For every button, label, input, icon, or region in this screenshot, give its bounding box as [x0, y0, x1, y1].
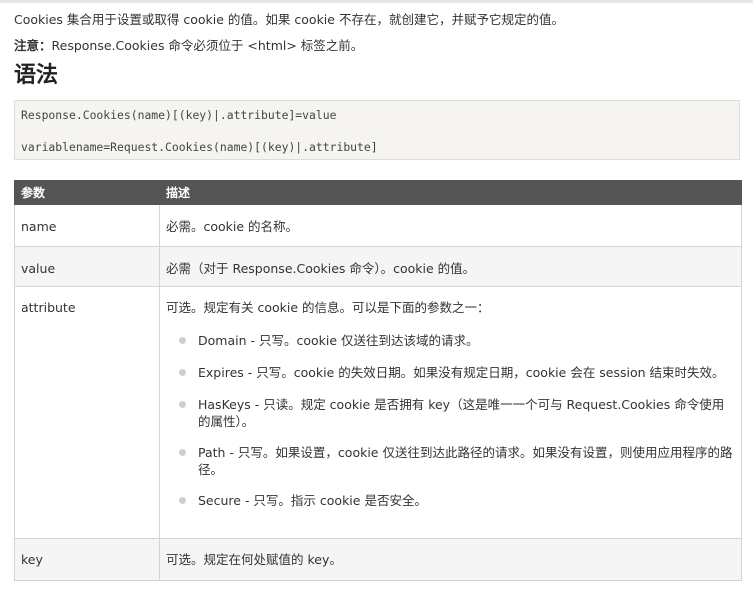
header-param: 参数 — [14, 180, 160, 205]
list-item: HasKeys - 只读。规定 cookie 是否拥有 key（这是唯一一个可与… — [166, 396, 735, 430]
param-cell: key — [14, 538, 160, 581]
bullet-icon — [179, 401, 186, 408]
syntax-code-block: Response.Cookies(name)[(key)|.attribute]… — [14, 100, 740, 160]
option-text: HasKeys - 只读。规定 cookie 是否拥有 key（这是唯一一个可与… — [198, 397, 725, 429]
top-divider — [0, 0, 753, 3]
list-item: Domain - 只写。cookie 仅送往到达该域的请求。 — [166, 332, 735, 349]
table-row: attribute 可选。规定有关 cookie 的信息。可以是下面的参数之一：… — [14, 286, 742, 539]
note-text: Response.Cookies 命令必须位于 <html> 标签之前。 — [51, 38, 364, 53]
header-description: 描述 — [159, 180, 742, 205]
bullet-icon — [179, 369, 186, 376]
syntax-heading: 语法 — [14, 63, 59, 88]
parameter-table: 参数 描述 name 必需。cookie 的名称。 value 必需（对于 Re… — [14, 180, 742, 581]
table-row: value 必需（对于 Response.Cookies 命令）。cookie … — [14, 246, 742, 287]
description-text: 可选。规定有关 cookie 的信息。可以是下面的参数之一： — [166, 300, 490, 315]
page: Cookies 集合用于设置或取得 cookie 的值。如果 cookie 不存… — [0, 0, 753, 591]
list-item: Expires - 只写。cookie 的失效日期。如果没有规定日期，cooki… — [166, 364, 735, 381]
table-row: key 可选。规定在何处赋值的 key。 — [14, 538, 742, 581]
param-cell: attribute — [14, 286, 160, 539]
param-cell: value — [14, 246, 160, 287]
intro-paragraph: Cookies 集合用于设置或取得 cookie 的值。如果 cookie 不存… — [14, 12, 564, 27]
note-paragraph: 注意：Response.Cookies 命令必须位于 <html> 标签之前。 — [14, 37, 739, 54]
description-cell: 可选。规定在何处赋值的 key。 — [159, 538, 742, 581]
description-cell: 可选。规定有关 cookie 的信息。可以是下面的参数之一： Domain - … — [159, 286, 742, 539]
syntax-line-2: variablename=Request.Cookies(name)[(key)… — [21, 140, 378, 154]
description-cell: 必需。cookie 的名称。 — [159, 204, 742, 247]
list-item: Secure - 只写。指示 cookie 是否安全。 — [166, 492, 735, 509]
syntax-line-1: Response.Cookies(name)[(key)|.attribute]… — [21, 108, 337, 122]
option-text: Path - 只写。如果设置，cookie 仅送往到达此路径的请求。如果没有设置… — [198, 445, 733, 477]
description-cell: 必需（对于 Response.Cookies 命令）。cookie 的值。 — [159, 246, 742, 287]
table-row: name 必需。cookie 的名称。 — [14, 204, 742, 247]
table-header-row: 参数 描述 — [14, 180, 742, 205]
option-text: Domain - 只写。cookie 仅送往到达该域的请求。 — [198, 333, 479, 348]
list-item: Path - 只写。如果设置，cookie 仅送往到达此路径的请求。如果没有设置… — [166, 444, 735, 478]
bullet-icon — [179, 497, 186, 504]
bullet-icon — [179, 337, 186, 344]
attribute-option-list: Domain - 只写。cookie 仅送往到达该域的请求。 Expires -… — [166, 332, 735, 509]
option-text: Secure - 只写。指示 cookie 是否安全。 — [198, 493, 427, 508]
bullet-icon — [179, 449, 186, 456]
option-text: Expires - 只写。cookie 的失效日期。如果没有规定日期，cooki… — [198, 365, 725, 380]
param-cell: name — [14, 204, 160, 247]
note-label: 注意： — [14, 38, 52, 53]
